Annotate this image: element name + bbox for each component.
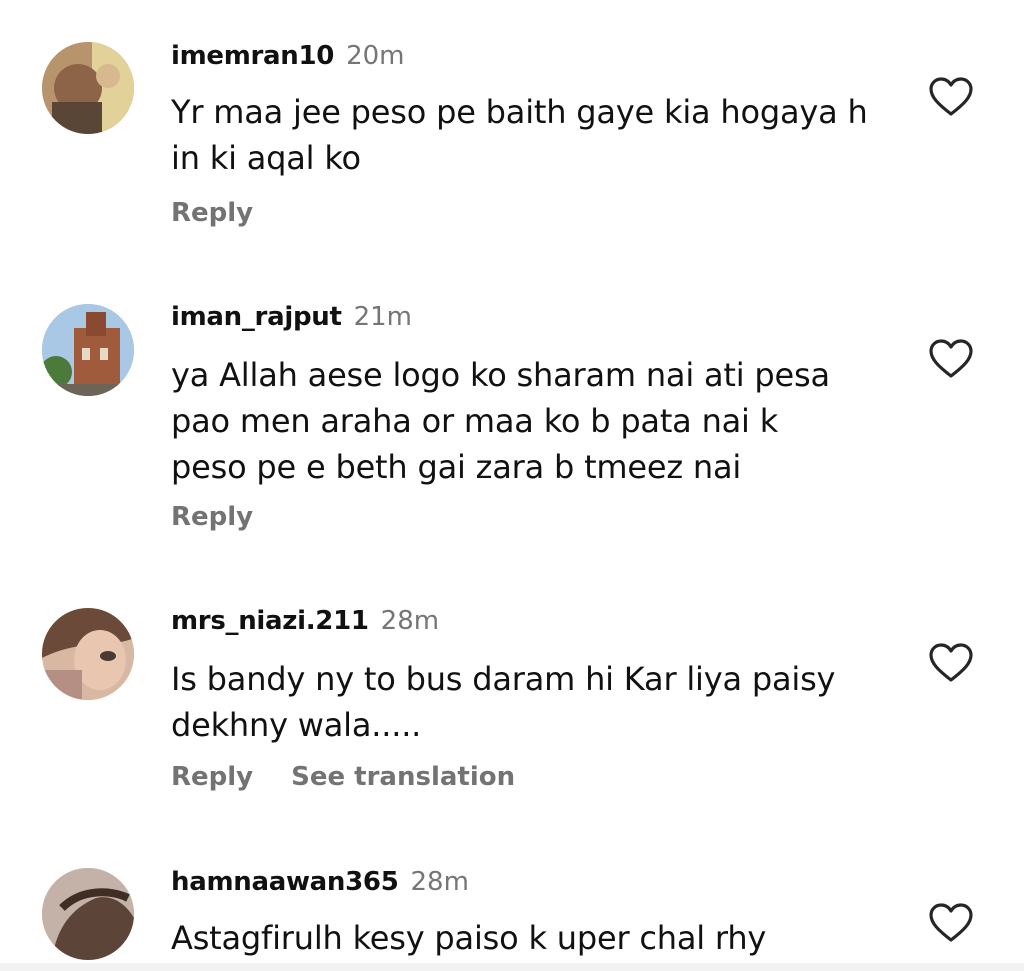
comment-text: Is bandy ny to bus daram hi Kar liya pai… (171, 656, 835, 748)
heart-outline-icon[interactable] (928, 76, 974, 118)
username[interactable]: hamnaawan365 (171, 867, 399, 897)
comment-text-line: peso pe e beth gai zara b tmeez nai (171, 448, 742, 486)
timestamp: 21m (353, 302, 413, 332)
see-translation-button[interactable]: See translation (291, 762, 515, 792)
avatar[interactable] (42, 304, 134, 396)
heart-outline-icon[interactable] (928, 902, 974, 944)
avatar[interactable] (42, 42, 134, 134)
comment-header: iman_rajput 21m (171, 299, 412, 335)
comment-actions: Reply (171, 499, 253, 535)
comment-text-line: Astagfirulh kesy paiso k uper chal rhy (171, 919, 767, 957)
comment-text-line: Is bandy ny to bus daram hi Kar liya pai… (171, 660, 836, 698)
reply-button[interactable]: Reply (171, 198, 253, 228)
reply-button[interactable]: Reply (171, 762, 253, 792)
comment-header: imemran10 20m (171, 38, 405, 74)
comment-text-line: Yr maa jee peso pe baith gaye kia hogaya… (171, 93, 868, 131)
comment-text-line: in ki aqal ko (171, 139, 361, 177)
timestamp: 28m (380, 606, 440, 636)
username[interactable]: imemran10 (171, 41, 334, 71)
comment-text-line: dekhny wala..... (171, 706, 422, 744)
comment-text-line: ya Allah aese logo ko sharam nai ati pes… (171, 356, 830, 394)
comment-header: hamnaawan365 28m (171, 864, 469, 900)
comment-actions: Reply (171, 195, 253, 231)
timestamp: 20m (346, 41, 405, 71)
heart-outline-icon[interactable] (928, 642, 974, 684)
heart-outline-icon[interactable] (928, 338, 974, 380)
avatar[interactable] (42, 608, 134, 700)
reply-button[interactable]: Reply (171, 502, 253, 532)
comment-header: mrs_niazi.211 28m (171, 603, 439, 639)
comment-text-line: pao men araha or maa ko b pata nai k (171, 402, 779, 440)
comment-text: ya Allah aese logo ko sharam nai ati pes… (171, 352, 830, 490)
comment-text: Yr maa jee peso pe baith gaye kia hogaya… (171, 89, 868, 181)
bottom-edge (0, 963, 1024, 971)
username[interactable]: mrs_niazi.211 (171, 606, 369, 636)
username[interactable]: iman_rajput (171, 302, 342, 332)
comment-actions: Reply See translation (171, 759, 515, 795)
timestamp: 28m (410, 867, 469, 897)
comment-text: Astagfirulh kesy paiso k uper chal rhy (171, 915, 766, 961)
avatar[interactable] (42, 868, 134, 960)
